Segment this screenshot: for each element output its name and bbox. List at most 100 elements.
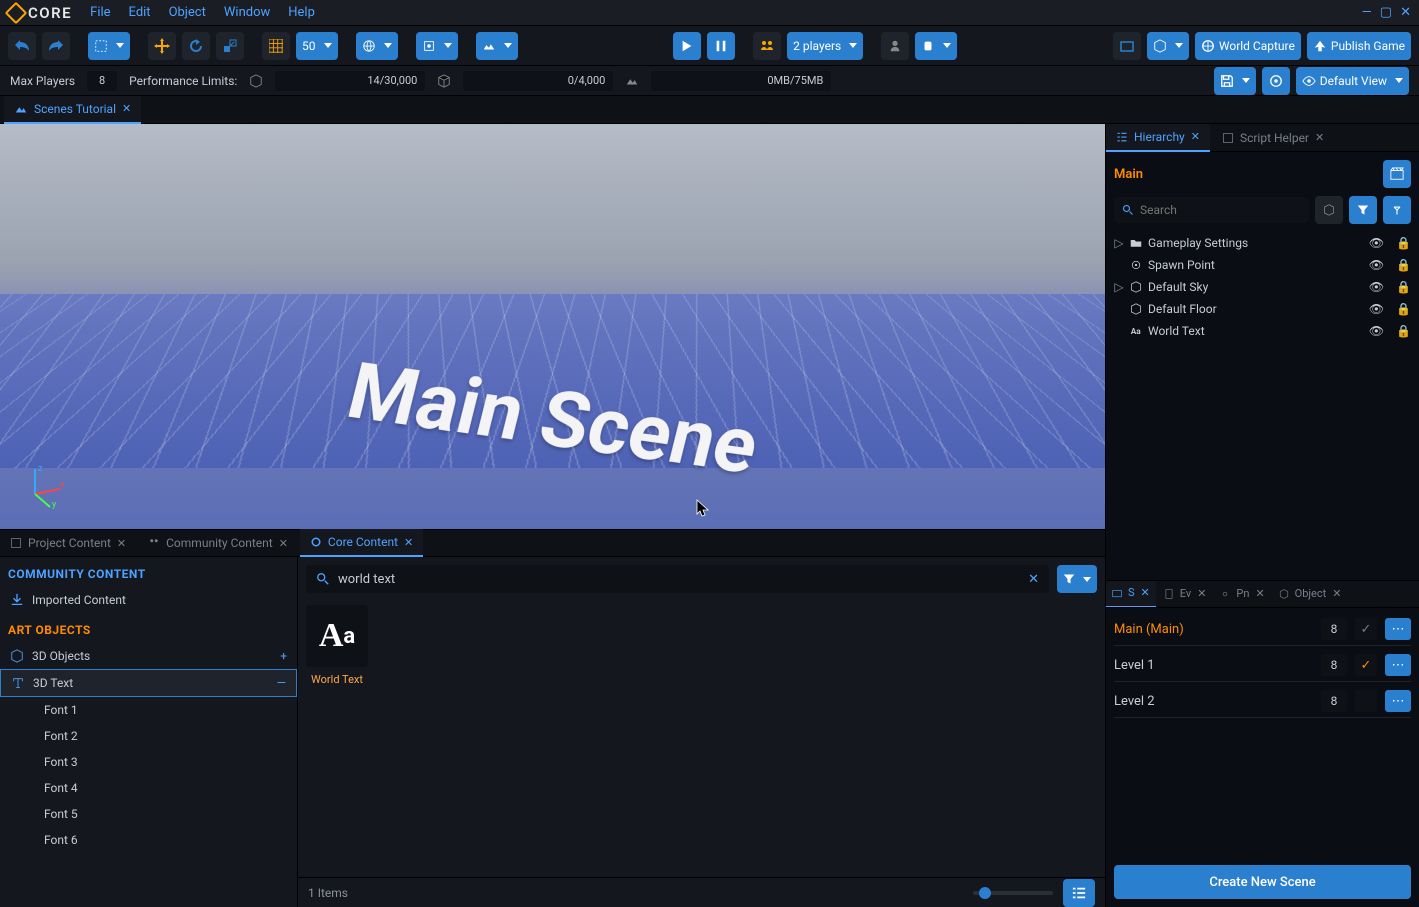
scene-active-check[interactable]: ✓ bbox=[1355, 618, 1377, 640]
hierarchy-search-box[interactable] bbox=[1114, 197, 1309, 223]
lock-icon[interactable]: 🔒 bbox=[1396, 324, 1411, 338]
help-circle-button[interactable] bbox=[1262, 67, 1290, 95]
eye-icon[interactable]: 👁 bbox=[1369, 236, 1384, 250]
scene-menu-button[interactable]: ⋯ bbox=[1385, 618, 1411, 640]
bot-button[interactable] bbox=[881, 32, 909, 60]
redo-button[interactable] bbox=[42, 32, 70, 60]
scene-active-check[interactable]: ✓ bbox=[1355, 654, 1377, 676]
scene-player-count[interactable]: 8 bbox=[1321, 618, 1347, 640]
tab-project-content[interactable]: Project Content✕ bbox=[0, 529, 136, 557]
tab-properties[interactable]: Pn✕ bbox=[1214, 580, 1270, 608]
tree-item-default-sky[interactable]: ▷Default Sky👁🔒 bbox=[1114, 276, 1411, 298]
create-new-scene-button[interactable]: Create New Scene bbox=[1114, 865, 1411, 899]
scale-tool-button[interactable] bbox=[216, 32, 244, 60]
thumbnail-size-slider[interactable] bbox=[973, 891, 1053, 895]
sidebar-item-imported[interactable]: Imported Content bbox=[0, 587, 297, 613]
undo-button[interactable] bbox=[8, 32, 36, 60]
grid-snap-button[interactable] bbox=[262, 32, 290, 60]
close-icon[interactable]: ✕ bbox=[1141, 586, 1150, 599]
sidebar-font-1[interactable]: Font 1 bbox=[0, 697, 297, 723]
filter-button[interactable] bbox=[1349, 196, 1377, 224]
max-players-value[interactable]: 8 bbox=[87, 71, 117, 91]
close-icon[interactable]: ✕ bbox=[1332, 587, 1341, 600]
move-tool-button[interactable] bbox=[148, 32, 176, 60]
rotate-tool-button[interactable] bbox=[182, 32, 210, 60]
lock-icon[interactable]: 🔒 bbox=[1396, 236, 1411, 250]
world-space-dropdown[interactable] bbox=[356, 32, 398, 60]
default-view-dropdown[interactable]: Default View bbox=[1296, 67, 1409, 95]
menu-edit[interactable]: Edit bbox=[129, 5, 151, 20]
close-icon[interactable]: ✕ bbox=[1191, 130, 1200, 143]
eye-icon[interactable]: 👁 bbox=[1369, 302, 1384, 316]
close-icon[interactable]: ✕ bbox=[117, 537, 126, 550]
multiplayer-test-button[interactable] bbox=[753, 32, 781, 60]
eye-icon[interactable]: 👁 bbox=[1369, 324, 1384, 338]
scene-active-check[interactable] bbox=[1355, 690, 1377, 712]
clear-search-icon[interactable]: ✕ bbox=[1028, 572, 1039, 587]
character-dropdown[interactable] bbox=[915, 32, 957, 60]
lock-icon[interactable]: 🔒 bbox=[1396, 258, 1411, 272]
scene-menu-button[interactable]: ⋯ bbox=[1385, 690, 1411, 712]
close-icon[interactable]: ✕ bbox=[404, 536, 413, 549]
close-icon[interactable]: ✕ bbox=[279, 537, 288, 550]
tab-scenes-panel[interactable]: S✕ bbox=[1106, 580, 1156, 608]
publish-button[interactable]: Publish Game bbox=[1307, 32, 1411, 60]
tab-core-content[interactable]: Core Content✕ bbox=[300, 529, 423, 557]
sidebar-item-3d-text[interactable]: 3D Text— bbox=[0, 669, 297, 697]
scenes-button[interactable] bbox=[1383, 160, 1411, 188]
sidebar-item-3d-objects[interactable]: 3D Objects+ bbox=[0, 643, 297, 669]
tree-item-spawn-point[interactable]: Spawn Point👁🔒 bbox=[1114, 254, 1411, 276]
expand-icon[interactable]: ▷ bbox=[1114, 280, 1124, 294]
scene-player-count[interactable]: 8 bbox=[1321, 690, 1347, 712]
tab-scenes-tutorial[interactable]: Scenes Tutorial ✕ bbox=[4, 96, 141, 124]
hierarchy-search-input[interactable] bbox=[1140, 203, 1301, 217]
scene-player-count[interactable]: 8 bbox=[1321, 654, 1347, 676]
view-mode-button[interactable] bbox=[1063, 879, 1095, 907]
cube-filter-button[interactable] bbox=[1315, 196, 1343, 224]
content-search-box[interactable]: ✕ bbox=[306, 565, 1049, 593]
tab-events[interactable]: Ev✕ bbox=[1158, 580, 1213, 608]
minimize-icon[interactable]: — bbox=[1362, 5, 1372, 20]
pause-button[interactable] bbox=[707, 32, 735, 60]
content-search-input[interactable] bbox=[338, 572, 1020, 587]
players-dropdown[interactable]: 2 players bbox=[787, 32, 863, 60]
sidebar-font-3[interactable]: Font 3 bbox=[0, 749, 297, 775]
scene-menu-button[interactable]: ⋯ bbox=[1385, 654, 1411, 676]
expand-icon[interactable]: ▷ bbox=[1114, 236, 1124, 250]
tab-hierarchy[interactable]: Hierarchy✕ bbox=[1106, 124, 1210, 152]
menu-window[interactable]: Window bbox=[224, 5, 270, 20]
screenshot-button[interactable] bbox=[1113, 32, 1141, 60]
menu-file[interactable]: File bbox=[90, 5, 110, 20]
build-dropdown[interactable] bbox=[1147, 32, 1189, 60]
axis-gizmo[interactable]: z x y bbox=[20, 459, 70, 509]
tree-item-world-text[interactable]: AaWorld Text👁🔒 bbox=[1114, 320, 1411, 342]
close-icon[interactable]: ✕ bbox=[1400, 5, 1411, 20]
lock-icon[interactable]: 🔒 bbox=[1396, 302, 1411, 316]
slider-knob[interactable] bbox=[979, 887, 991, 899]
snap-value-dropdown[interactable]: 50 bbox=[296, 32, 338, 60]
eye-icon[interactable]: 👁 bbox=[1369, 280, 1384, 294]
tree-item-gameplay-settings[interactable]: ▷Gameplay Settings👁🔒 bbox=[1114, 232, 1411, 254]
close-icon[interactable]: ✕ bbox=[1315, 131, 1324, 144]
minus-icon[interactable]: — bbox=[277, 676, 286, 690]
scene-row-level2[interactable]: Level 2 8 ⋯ bbox=[1114, 686, 1411, 718]
tree-item-default-floor[interactable]: Default Floor👁🔒 bbox=[1114, 298, 1411, 320]
plus-icon[interactable]: + bbox=[280, 649, 287, 663]
scene-row-main[interactable]: Main (Main) 8 ✓ ⋯ bbox=[1114, 614, 1411, 646]
scene-row-level1[interactable]: Level 1 8 ✓ ⋯ bbox=[1114, 650, 1411, 682]
filter-dropdown[interactable] bbox=[1057, 565, 1097, 593]
world-capture-button[interactable]: World Capture bbox=[1195, 32, 1301, 60]
snap-options-dropdown[interactable] bbox=[416, 32, 458, 60]
viewport-3d[interactable]: Main Scene z x y bbox=[0, 124, 1105, 529]
play-button[interactable] bbox=[673, 32, 701, 60]
tab-community-content[interactable]: Community Content✕ bbox=[138, 529, 298, 557]
maximize-icon[interactable]: ▢ bbox=[1380, 5, 1392, 20]
menu-help[interactable]: Help bbox=[288, 5, 315, 20]
sidebar-font-2[interactable]: Font 2 bbox=[0, 723, 297, 749]
eye-icon[interactable]: 👁 bbox=[1369, 258, 1384, 272]
asset-world-text[interactable]: Aa World Text bbox=[306, 605, 368, 686]
close-icon[interactable]: ✕ bbox=[122, 102, 131, 115]
save-dropdown[interactable] bbox=[1214, 67, 1256, 95]
terrain-dropdown[interactable] bbox=[476, 32, 518, 60]
sidebar-font-6[interactable]: Font 6 bbox=[0, 827, 297, 853]
